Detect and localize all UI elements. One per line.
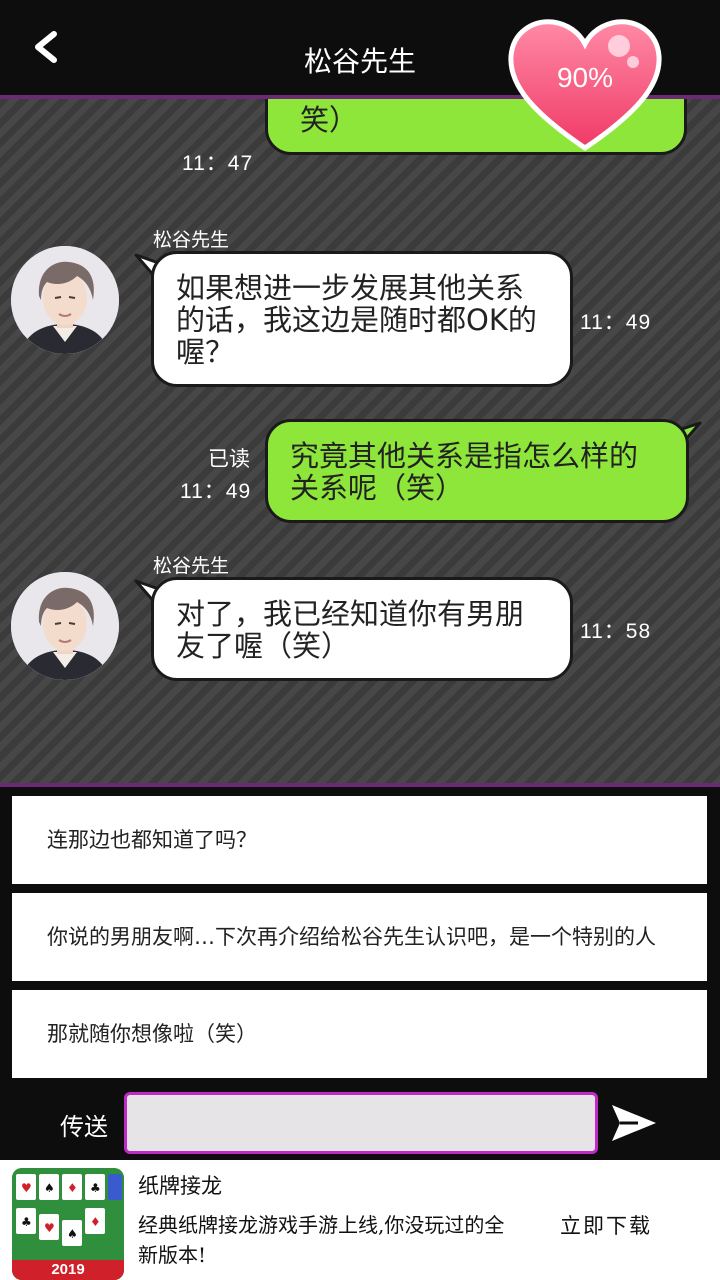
svg-text:♥: ♥ xyxy=(21,1181,32,1195)
message-time: 11：49 xyxy=(580,311,652,334)
affection-percent: 90% xyxy=(556,62,614,93)
svg-text:♥: ♥ xyxy=(44,1221,55,1235)
avatar-portrait-icon xyxy=(11,246,119,354)
partial-message-text: 笑） xyxy=(300,103,359,137)
choice-text: 连那边也都知道了吗？ xyxy=(47,828,257,852)
message-bubble: 如果想进一步发展其他关系的话，我这边是随时都OK的喔？ xyxy=(151,251,573,387)
ad-description: 经典纸牌接龙游戏手游上线,你没玩过的全新版本! xyxy=(138,1213,505,1267)
message-bubble: 对了，我已经知道你有男朋友了喔（笑） xyxy=(151,577,573,681)
choice-option[interactable]: 你说的男朋友啊…下次再介绍给松谷先生认识吧，是一个特别的人 xyxy=(12,893,707,981)
choice-option[interactable]: 连那边也都知道了吗？ xyxy=(12,796,707,884)
message-input[interactable] xyxy=(124,1092,598,1154)
svg-text:♦: ♦ xyxy=(67,1181,78,1195)
message-text: 究竟其他关系是指怎么样的关系呢（笑） xyxy=(290,439,639,505)
ad-title: 纸牌接龙 xyxy=(138,1174,222,1198)
send-icon xyxy=(612,1105,656,1141)
svg-text:♠: ♠ xyxy=(44,1181,55,1195)
chat-area[interactable]: 11：47 笑） 松谷先生 如果想进一步发展其他关系的话，我这边是随时都OK的喔… xyxy=(0,99,720,783)
avatar[interactable] xyxy=(11,572,119,680)
message-time: 11：49 xyxy=(180,480,252,503)
read-status: 已读 xyxy=(208,447,250,471)
message-sender: 松谷先生 xyxy=(153,555,230,577)
avatar[interactable] xyxy=(11,246,119,354)
own-message-bubble: 究竟其他关系是指怎么样的关系呢（笑） xyxy=(265,419,689,523)
svg-text:♣: ♣ xyxy=(21,1215,32,1229)
ad-banner[interactable]: ♥ ♠ ♦ ♣ ♣ ♥ ♠ ♦ 2019 纸牌接龙 经典纸牌接龙游戏手游上线,你… xyxy=(0,1160,720,1280)
send-button[interactable] xyxy=(608,1099,660,1147)
svg-text:♣: ♣ xyxy=(90,1181,101,1195)
send-label: 传送 xyxy=(60,1113,108,1141)
affection-heart: 90% xyxy=(505,16,665,154)
choice-text: 那就随你想像啦（笑） xyxy=(47,1022,257,1046)
choice-text: 你说的男朋友啊…下次再介绍给松谷先生认识吧，是一个特别的人 xyxy=(47,925,656,949)
ad-app-icon[interactable]: ♥ ♠ ♦ ♣ ♣ ♥ ♠ ♦ 2019 xyxy=(12,1168,124,1280)
message-sender: 松谷先生 xyxy=(153,229,230,251)
ad-icon-year: 2019 xyxy=(51,1261,85,1278)
choice-option[interactable]: 那就随你想像啦（笑） xyxy=(12,990,707,1078)
input-bar: 传送 xyxy=(0,1087,720,1160)
reply-choices: 连那边也都知道了吗？ 你说的男朋友啊…下次再介绍给松谷先生认识吧，是一个特别的人… xyxy=(0,787,720,1087)
message-text: 如果想进一步发展其他关系的话，我这边是随时都OK的喔？ xyxy=(176,271,537,369)
svg-text:♠: ♠ xyxy=(67,1227,78,1241)
read-receipt: 已读 xyxy=(150,444,250,474)
message-time: 11：58 xyxy=(580,620,652,643)
svg-text:♦: ♦ xyxy=(90,1215,101,1229)
avatar-portrait-icon xyxy=(11,572,119,680)
partial-message-time: 11：47 xyxy=(182,152,254,175)
ad-download-button[interactable]: 立即下载 xyxy=(560,1210,652,1240)
message-text: 对了，我已经知道你有男朋友了喔（笑） xyxy=(176,597,525,663)
